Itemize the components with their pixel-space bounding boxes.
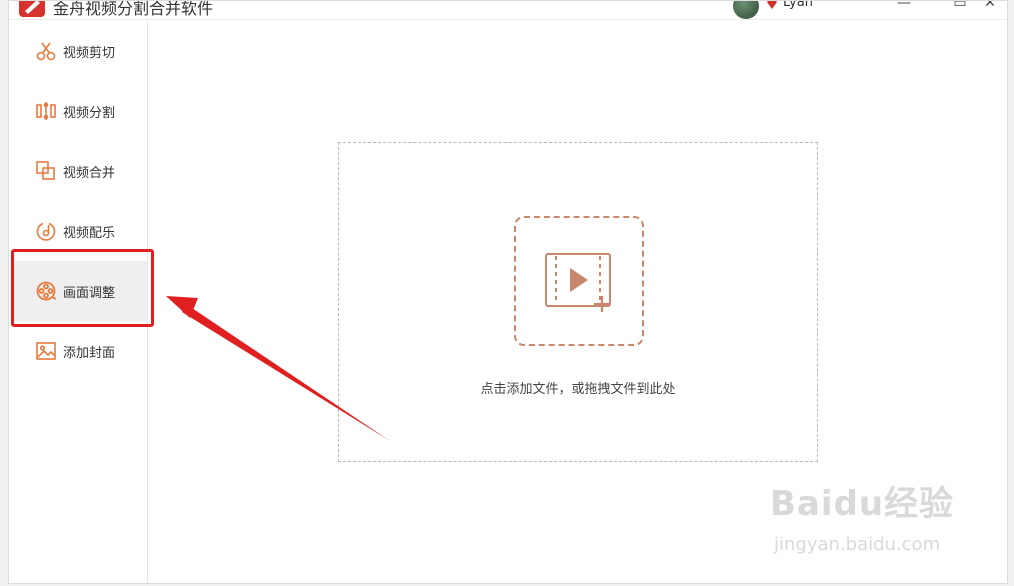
sidebar: 视频剪切 视频分割 视频合并 视频配乐 画面调整 添加封面 xyxy=(9,20,154,583)
app-title: 金舟视频分割合并软件 xyxy=(53,0,214,18)
sidebar-item-label: 添加封面 xyxy=(63,345,116,361)
film-reel-icon xyxy=(35,280,57,302)
title-bar: 金舟视频分割合并软件 Lyan — ▭ ✕ xyxy=(9,0,1007,20)
sidebar-item-video-merge[interactable]: 视频合并 xyxy=(13,141,147,201)
music-disc-icon xyxy=(35,220,57,242)
username[interactable]: Lyan xyxy=(783,1,813,10)
add-video-icon xyxy=(545,253,611,312)
sidebar-item-label: 视频分割 xyxy=(63,105,116,121)
app-logo-icon xyxy=(19,1,45,17)
sidebar-item-picture-adjust[interactable]: 画面调整 xyxy=(13,261,147,321)
sidebar-item-add-cover[interactable]: 添加封面 xyxy=(13,321,147,381)
sidebar-item-label: 视频配乐 xyxy=(63,225,116,241)
sidebar-item-video-music[interactable]: 视频配乐 xyxy=(13,201,147,261)
sidebar-item-video-split[interactable]: 视频分割 xyxy=(13,81,147,141)
merge-icon xyxy=(35,160,57,182)
app-window: 金舟视频分割合并软件 Lyan — ▭ ✕ 视频剪切 视频分割 视频合并 视频配… xyxy=(8,0,1008,584)
sidebar-item-label: 视频合并 xyxy=(63,165,116,181)
close-button[interactable]: ✕ xyxy=(979,1,1001,15)
sidebar-item-label: 画面调整 xyxy=(63,285,116,301)
sidebar-item-label: 视频剪切 xyxy=(63,45,116,61)
file-drop-zone[interactable]: 点击添加文件，或拖拽文件到此处 xyxy=(338,142,818,462)
image-icon xyxy=(35,340,57,362)
add-file-button[interactable] xyxy=(514,216,644,346)
minimize-button[interactable]: — xyxy=(893,1,915,15)
split-icon xyxy=(35,100,57,122)
scissors-icon xyxy=(35,40,57,62)
avatar[interactable] xyxy=(733,1,759,19)
vip-icon xyxy=(767,1,777,9)
sidebar-item-video-cut[interactable]: 视频剪切 xyxy=(13,21,147,81)
maximize-button[interactable]: ▭ xyxy=(949,1,971,15)
drop-hint-text: 点击添加文件，或拖拽文件到此处 xyxy=(480,382,676,397)
